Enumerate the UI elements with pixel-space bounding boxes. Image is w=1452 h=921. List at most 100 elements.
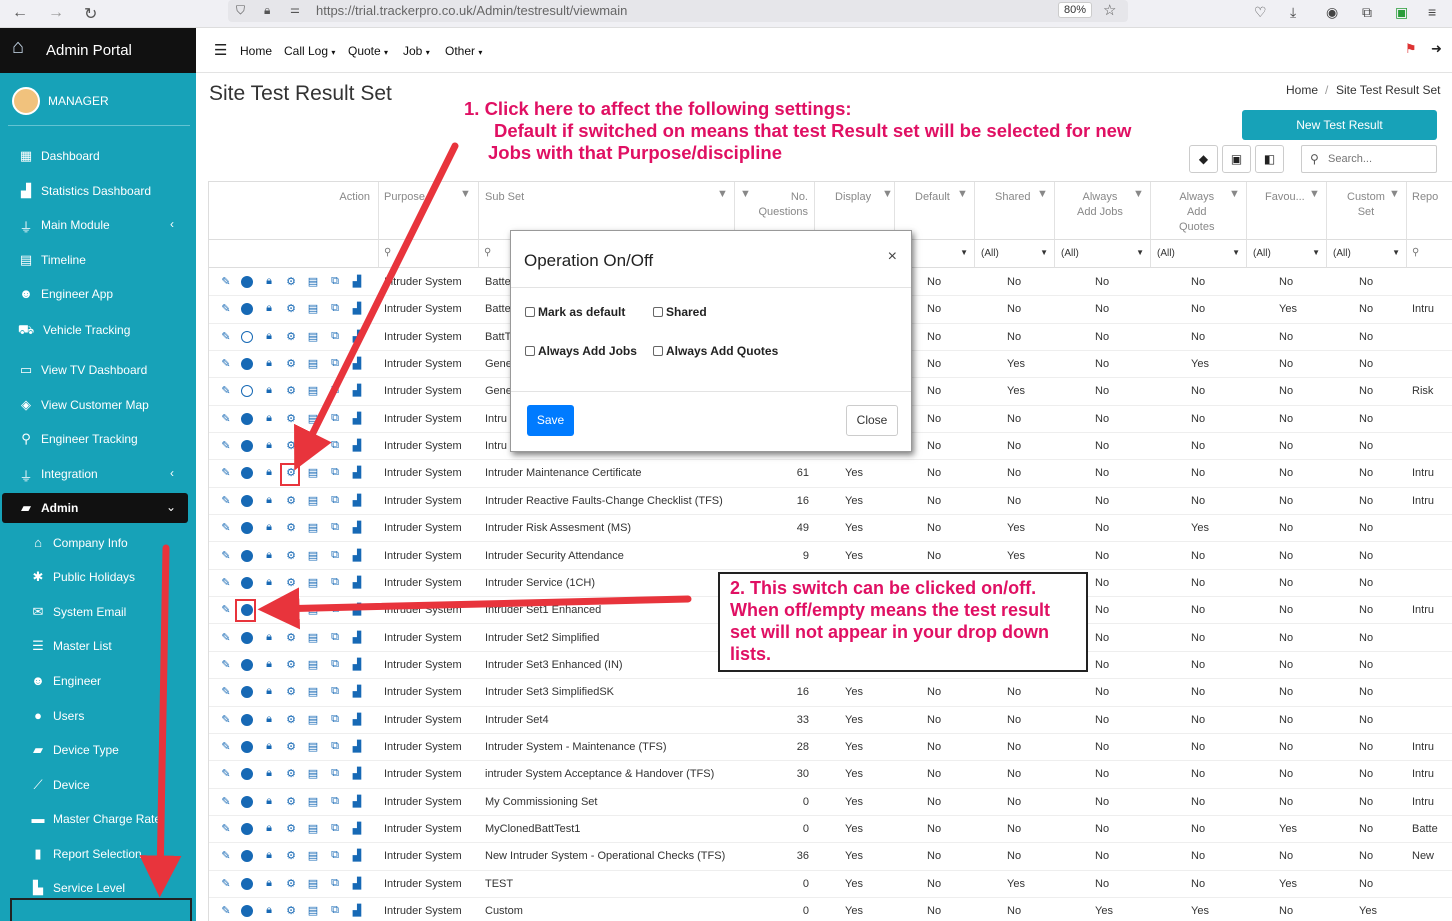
shared-checkbox[interactable]: Shared <box>653 305 707 319</box>
copy-icon[interactable]: ⧉ <box>328 713 342 726</box>
lock-icon[interactable]: 🔒︎ <box>262 549 276 562</box>
lock-icon[interactable]: 🔒︎ <box>262 658 276 671</box>
filter-icon[interactable]: ▼ <box>740 188 751 200</box>
bar-chart-icon[interactable]: ▟ <box>350 795 364 808</box>
gear-icon[interactable]: ⚙ <box>284 275 298 288</box>
table-row[interactable]: ✎ 🔒︎ ⚙ ▤ ⧉ ▟ Intruder System Intruder Maintenan… <box>209 460 1452 488</box>
header-custom-set[interactable]: Custom Set ▼ <box>1327 182 1407 240</box>
table-row[interactable]: ✎ 🔒︎ ⚙ ▤ ⧉ ▟ Intruder System New Intruder Syste… <box>209 843 1452 871</box>
gear-icon[interactable]: ⚙ <box>284 439 298 452</box>
sidebar-item-timeline[interactable]: ▤ Timeline <box>0 245 196 275</box>
lock-icon[interactable]: 🔒︎ <box>262 795 276 808</box>
copy-icon[interactable]: ⧉ <box>328 904 342 917</box>
nav-job[interactable]: Job ▾ <box>403 44 430 58</box>
gear-icon[interactable]: ⚙ <box>284 713 298 726</box>
toggle-icon[interactable] <box>241 522 253 535</box>
edit-icon[interactable]: ✎ <box>219 549 233 562</box>
bar-chart-icon[interactable]: ▟ <box>350 576 364 589</box>
grid-search[interactable]: ⚲ <box>1301 145 1437 173</box>
gear-icon[interactable]: ⚙ <box>284 330 298 343</box>
header-report[interactable]: Repo <box>1407 182 1452 240</box>
logout-icon[interactable]: ➜ <box>1431 41 1442 57</box>
toggle-icon[interactable] <box>241 549 253 562</box>
header-favourite[interactable]: Favou... ▼ <box>1247 182 1327 240</box>
nav-quote[interactable]: Quote ▾ <box>348 44 388 58</box>
checkbox-box[interactable] <box>653 346 663 356</box>
lock-icon[interactable]: 🔒︎ <box>262 521 276 534</box>
copy-icon[interactable]: ⧉ <box>328 740 342 753</box>
gear-icon[interactable]: ⚙ <box>284 384 298 397</box>
bar-chart-icon[interactable]: ▟ <box>350 330 364 343</box>
bar-chart-icon[interactable]: ▟ <box>350 357 364 370</box>
copy-icon[interactable]: ⧉ <box>328 302 342 315</box>
copy-icon[interactable]: ⧉ <box>328 795 342 808</box>
comment-icon[interactable]: ▤ <box>306 576 320 589</box>
copy-icon[interactable]: ⧉ <box>328 330 342 343</box>
comment-icon[interactable]: ▤ <box>306 275 320 288</box>
filter-icon[interactable]: ▼ <box>957 188 968 200</box>
filter-cell-purpose[interactable]: ⚲ <box>379 240 479 268</box>
edit-icon[interactable]: ✎ <box>219 822 233 835</box>
lock-icon[interactable]: 🔒︎ <box>262 357 276 370</box>
brand[interactable]: ⌂ Admin Portal <box>0 28 196 73</box>
pocket-icon[interactable]: ♡ <box>1254 4 1267 21</box>
copy-icon[interactable]: ⧉ <box>328 466 342 479</box>
nav-other[interactable]: Other ▾ <box>445 44 482 58</box>
header-always-add-jobs[interactable]: Always Add Jobs ▼ <box>1055 182 1151 240</box>
lock-icon[interactable]: 🔒︎ <box>262 439 276 452</box>
comment-icon[interactable]: ▤ <box>306 439 320 452</box>
sidebar-subitem-master-charge-rate[interactable]: ▬ Master Charge Rate <box>0 804 196 834</box>
gear-icon[interactable]: ⚙ <box>284 494 298 507</box>
edit-icon[interactable]: ✎ <box>219 576 233 589</box>
edit-icon[interactable]: ✎ <box>219 384 233 397</box>
toggle-icon[interactable] <box>241 686 253 699</box>
toggle-icon[interactable] <box>241 713 253 726</box>
comment-icon[interactable]: ▤ <box>306 685 320 698</box>
download-icon[interactable]: ⤓ <box>1290 4 1296 21</box>
gear-icon[interactable]: ⚙ <box>284 631 298 644</box>
lock-icon[interactable]: 🔒︎ <box>262 576 276 589</box>
copy-icon[interactable]: ⧉ <box>328 494 342 507</box>
edit-icon[interactable]: ✎ <box>219 357 233 370</box>
bar-chart-icon[interactable]: ▟ <box>350 713 364 726</box>
edit-icon[interactable]: ✎ <box>219 877 233 890</box>
table-row[interactable]: ✎ 🔒︎ ⚙ ▤ ⧉ ▟ Intruder System Intruder Set4 33 Yes… <box>209 707 1452 734</box>
bar-chart-icon[interactable]: ▟ <box>350 466 364 479</box>
comment-icon[interactable]: ▤ <box>306 521 320 534</box>
nav-call-log[interactable]: Call Log ▾ <box>284 44 335 58</box>
sidebar-subitem-users[interactable]: ● Users <box>0 701 196 731</box>
table-row[interactable]: ✎ 🔒︎ ⚙ ▤ ⧉ ▟ Intruder System My Commissioning S… <box>209 789 1452 816</box>
copy-icon[interactable]: ⧉ <box>328 658 342 671</box>
mark-default-checkbox[interactable]: Mark as default <box>525 305 625 319</box>
comment-icon[interactable]: ▤ <box>306 549 320 562</box>
table-row[interactable]: ✎ 🔒︎ ⚙ ▤ ⧉ ▟ Intruder System Intruder Security … <box>209 543 1452 570</box>
filter-cell-report[interactable]: ⚲ <box>1407 240 1452 268</box>
filter-cell-custom-set[interactable]: (All) ▼ <box>1327 240 1407 268</box>
always-add-quotes-checkbox[interactable]: Always Add Quotes <box>653 344 778 358</box>
gear-icon[interactable]: ⚙ <box>284 795 298 808</box>
gear-icon[interactable]: ⚙ <box>284 576 298 589</box>
sidebar-item-dashboard[interactable]: ▦ Dashboard <box>0 141 196 171</box>
edit-icon[interactable]: ✎ <box>219 494 233 507</box>
lock-icon[interactable]: 🔒︎ <box>262 849 276 862</box>
gear-icon[interactable]: ⚙ <box>284 357 298 370</box>
bar-chart-icon[interactable]: ▟ <box>350 904 364 917</box>
edit-icon[interactable]: ✎ <box>219 658 233 671</box>
toggle-icon[interactable] <box>241 303 253 316</box>
filter-icon[interactable]: ▼ <box>1389 188 1400 200</box>
gear-icon[interactable]: ⚙ <box>284 603 298 616</box>
comment-icon[interactable]: ▤ <box>306 330 320 343</box>
sidebar-subitem-system-email[interactable]: ✉ System Email <box>0 597 196 627</box>
sidebar-subitem-test-result-set-highlight[interactable] <box>10 898 192 921</box>
table-row[interactable]: ✎ 🔒︎ ⚙ ▤ ⧉ ▟ Intruder System Custom 0 Yes No No Yes Y… <box>209 898 1452 921</box>
toggle-icon[interactable] <box>241 877 253 890</box>
lock-icon[interactable]: 🔒︎ <box>262 631 276 644</box>
sidebar-item-statistics-dashboard[interactable]: ▟ Statistics Dashboard <box>0 176 196 206</box>
toggle-icon[interactable] <box>241 850 253 863</box>
save-button[interactable]: Save <box>527 405 574 436</box>
gear-icon[interactable]: ⚙ <box>284 877 298 890</box>
table-row[interactable]: ✎ 🔒︎ ⚙ ▤ ⧉ ▟ Intruder System Intruder System - … <box>209 734 1452 762</box>
edit-icon[interactable]: ✎ <box>219 466 233 479</box>
comment-icon[interactable]: ▤ <box>306 767 320 780</box>
copy-icon[interactable]: ⧉ <box>328 439 342 452</box>
